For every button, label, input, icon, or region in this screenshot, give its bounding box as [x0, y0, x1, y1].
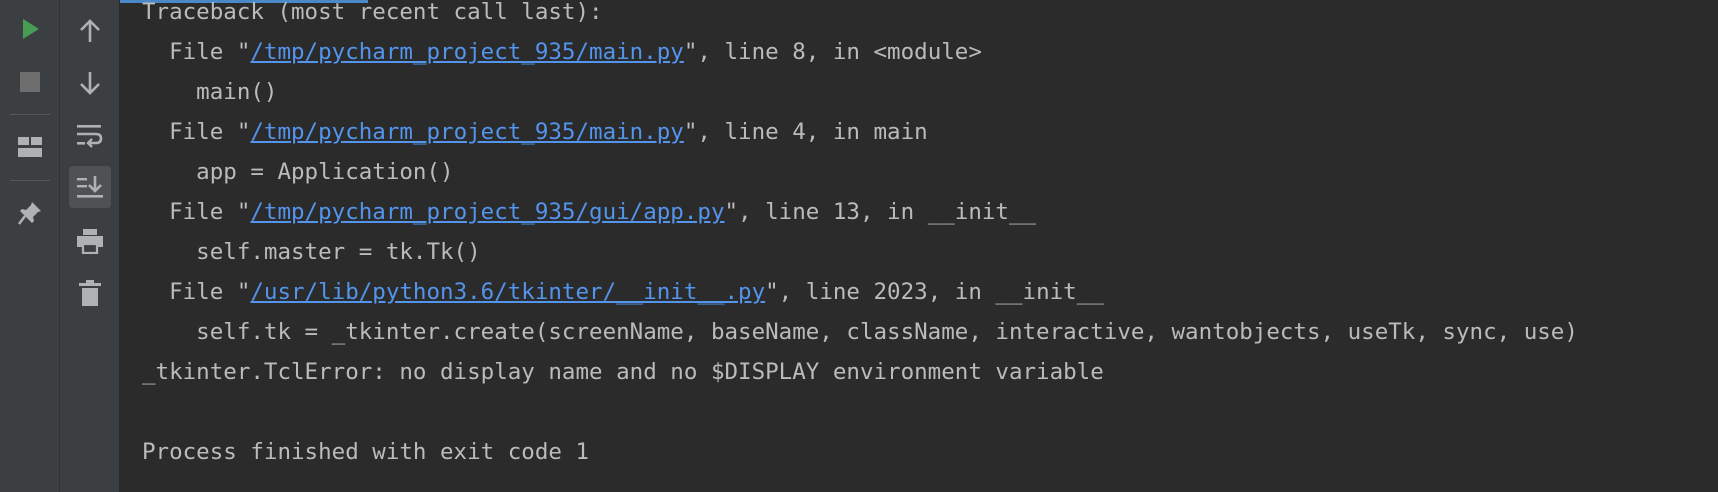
console-line: File "/tmp/pycharm_project_935/main.py",… [142, 119, 928, 145]
console-line: self.master = tk.Tk() [142, 239, 481, 265]
console-line: Traceback (most recent call last): [142, 0, 603, 25]
file-link[interactable]: /tmp/pycharm_project_935/main.py [250, 39, 683, 65]
process-exit-message: Process finished with exit code 1 [142, 439, 590, 465]
print-button[interactable] [69, 220, 111, 262]
restore-layout-button[interactable] [9, 126, 51, 168]
run-console-window: Traceback (most recent call last): File … [0, 0, 1718, 492]
print-icon [77, 229, 103, 254]
toolbar-separator [10, 180, 50, 181]
layout-icon [18, 137, 42, 157]
scroll-to-end-button[interactable] [69, 166, 111, 208]
console-line: app = Application() [142, 159, 454, 185]
console-line: File "/tmp/pycharm_project_935/main.py",… [142, 39, 982, 65]
stop-button[interactable] [9, 61, 51, 103]
rerun-button[interactable] [9, 8, 51, 50]
console-toolbar [60, 0, 120, 492]
run-icon [23, 19, 39, 39]
error-message: _tkinter.TclError: no display name and n… [142, 359, 1104, 385]
console-line: File "/usr/lib/python3.6/tkinter/__init_… [142, 279, 1104, 305]
soft-wrap-icon [77, 125, 103, 148]
console-line: File "/tmp/pycharm_project_935/gui/app.p… [142, 199, 1037, 225]
arrow-up-icon [80, 19, 100, 42]
file-link[interactable]: /tmp/pycharm_project_935/gui/app.py [250, 199, 724, 225]
scroll-to-end-icon [77, 176, 103, 198]
toolbar-separator [10, 114, 50, 115]
file-link[interactable]: /tmp/pycharm_project_935/main.py [250, 119, 683, 145]
next-occurrence-button[interactable] [69, 62, 111, 104]
console-line: main() [142, 79, 278, 105]
pin-tab-button[interactable] [9, 192, 51, 234]
clear-all-button[interactable] [69, 272, 111, 314]
trash-icon [79, 280, 101, 306]
run-toolbar [0, 0, 60, 492]
file-link[interactable]: /usr/lib/python3.6/tkinter/__init__.py [250, 279, 765, 305]
pin-icon [18, 202, 41, 225]
soft-wrap-button[interactable] [69, 114, 111, 156]
console-line: self.tk = _tkinter.create(screenName, ba… [142, 319, 1578, 345]
arrow-down-icon [80, 72, 100, 95]
stop-icon [20, 72, 40, 92]
console-output[interactable]: Traceback (most recent call last): File … [120, 0, 1718, 492]
previous-occurrence-button[interactable] [69, 10, 111, 52]
